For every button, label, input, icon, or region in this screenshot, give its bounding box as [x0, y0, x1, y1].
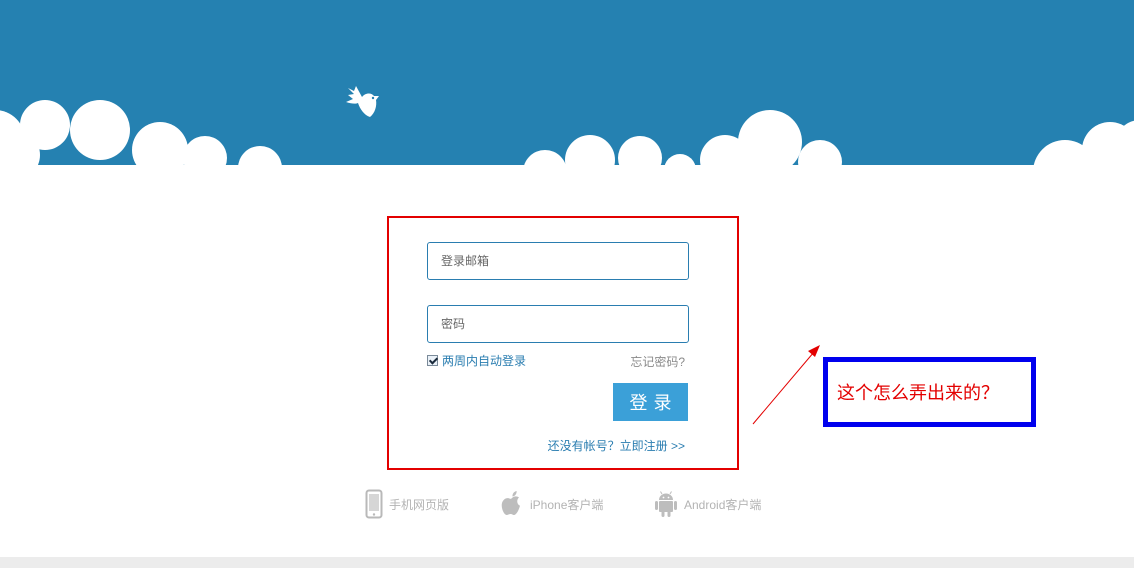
- android-client-label: Android客户端: [684, 497, 762, 512]
- annotation-box: 这个怎么弄出来的？: [823, 357, 1036, 427]
- apple-icon: [501, 491, 520, 515]
- dove-icon: [346, 86, 379, 117]
- annotation-text: 这个怎么弄出来的？: [837, 383, 999, 403]
- forgot-password-link[interactable]: 忘记密码?: [630, 353, 685, 370]
- iphone-client-link[interactable]: iPhone客户端: [500, 489, 603, 519]
- mobile-phone-icon: [365, 489, 383, 519]
- annotation-arrow: [752, 345, 820, 425]
- password-input[interactable]: [428, 306, 688, 342]
- email-input[interactable]: [428, 243, 688, 279]
- footer-strip: [0, 557, 1134, 568]
- android-icon: [655, 491, 677, 517]
- remember-me-row: 两周内自动登录: [427, 352, 526, 368]
- remember-me-checkbox[interactable]: [427, 354, 438, 366]
- login-button[interactable]: 登录: [613, 383, 688, 421]
- iphone-client-label: iPhone客户端: [530, 497, 604, 512]
- android-client-link[interactable]: Android客户端: [654, 489, 761, 519]
- mobile-web-label: 手机网页版: [389, 497, 450, 512]
- password-field-frame: [427, 305, 689, 343]
- mobile-web-link[interactable]: 手机网页版: [365, 489, 449, 519]
- email-field-frame: [427, 242, 689, 280]
- register-link[interactable]: 还没有帐号？立即注册 >>: [548, 437, 685, 454]
- sky-banner: [0, 0, 1134, 170]
- remember-me-label[interactable]: 两周内自动登录: [442, 352, 526, 369]
- login-panel: 两周内自动登录 忘记密码? 登录 还没有帐号？立即注册 >>: [387, 216, 739, 470]
